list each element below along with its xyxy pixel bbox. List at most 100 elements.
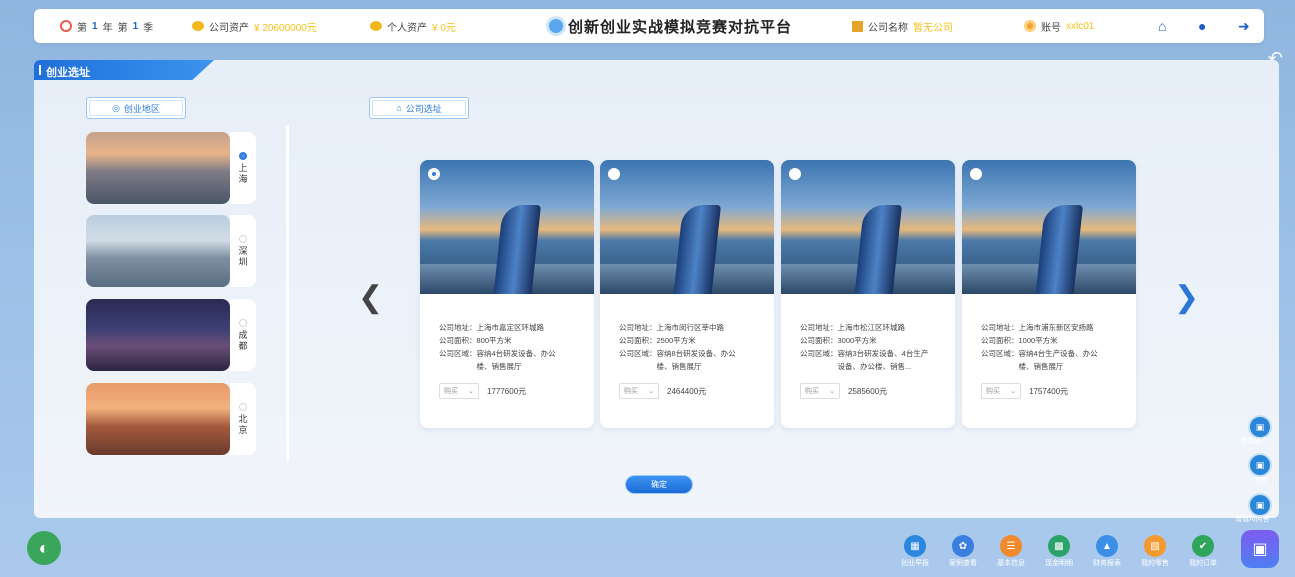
dock-item-cases[interactable]: ✿ 案例查看 (945, 535, 981, 568)
site-card[interactable]: 公司地址：上海市嘉定区环城路 公司面积：800平方米 公司区域： 容纳4台研发设备… (420, 160, 594, 428)
dock-label: 基本信息 (997, 560, 1025, 567)
alarm-clock-icon (60, 20, 72, 32)
building-icon (852, 20, 863, 32)
confirm-button[interactable]: 确定 (625, 475, 693, 494)
home-icon[interactable]: ⌂ (1158, 18, 1166, 34)
account-label: 账号 (1041, 22, 1061, 34)
card-price: 1757400元 (1029, 386, 1069, 396)
season-label: 季 (143, 22, 154, 34)
chevron-down-icon: ⌄ (648, 387, 654, 395)
prev-arrow-icon[interactable]: ❮ (358, 280, 383, 315)
deregister-button[interactable]: ▣ (1248, 453, 1272, 477)
city-photo (86, 132, 230, 204)
card-zone: 容纳3台研发设备、4台生产设备、办公楼、销售... (837, 349, 929, 371)
site-radio[interactable] (970, 168, 982, 180)
dock-item-cash-detail[interactable]: ▩ 现金明细 (1041, 535, 1077, 568)
personal-assets: 个人资产 ¥ 0元 (370, 19, 456, 34)
building-photo (962, 160, 1136, 294)
city-item-shanghai[interactable]: 上海 (86, 132, 256, 204)
city-photo (86, 383, 230, 455)
report-icon: ▲ (1096, 535, 1118, 557)
year-label: 年 (102, 22, 113, 34)
globe-icon[interactable]: ◐ (27, 531, 61, 565)
city-item-beijing[interactable]: 北京 (86, 383, 256, 455)
company-name: 公司名称 暂无公司 (852, 19, 953, 34)
coins-icon (192, 21, 204, 31)
bankruptcy-label: 申请破产 (1240, 438, 1268, 445)
back-icon[interactable]: ↶ (1268, 48, 1283, 69)
site-card[interactable]: 公司地址：上海市松江区环城路 公司面积：3000平方米 公司区域： 容纳3台研发设… (781, 160, 955, 428)
dock-label: 我的订单 (1189, 560, 1217, 567)
city-radio[interactable] (239, 151, 247, 160)
building-photo (420, 160, 594, 294)
purchase-mode-select[interactable]: 购买 ⌄ (800, 383, 840, 399)
personal-assets-value: ¥ 0元 (432, 22, 456, 34)
card-address: 公司地址：上海市嘉定区环城路 (439, 323, 544, 332)
site-radio[interactable] (789, 168, 801, 180)
city-radio[interactable] (239, 318, 247, 327)
chevron-down-icon: ⌄ (829, 387, 835, 395)
city-name: 上海 (237, 162, 248, 185)
card-zone: 容纳4台生产设备、办公楼、销售展厅 (1018, 349, 1098, 371)
dock-item-daily-news[interactable]: ▦ 创业早报 (897, 535, 933, 568)
city-name: 深圳 (237, 245, 248, 268)
house-icon: ⌂ (396, 103, 402, 113)
city-item-chengdu[interactable]: 成都 (86, 299, 256, 371)
company-name-label: 公司名称 (868, 22, 908, 34)
purchase-mode-value: 购买 (805, 387, 819, 395)
account-value: xxlc01 (1066, 20, 1095, 32)
turn-prefix: 第 (77, 22, 87, 34)
purchase-mode-value: 购买 (444, 387, 458, 395)
city-item-shenzhen[interactable]: 深圳 (86, 215, 256, 287)
card-area: 公司面积：3000平方米 (800, 336, 877, 345)
site-card[interactable]: 公司地址：上海市闵行区莘中路 公司面积：2500平方米 公司区域： 容纳8台研发设… (600, 160, 774, 428)
site-tag: ⌂ 公司选址 (369, 97, 469, 119)
app-title: 创新创业实战模拟竞赛对抗平台 (568, 18, 793, 36)
card-price: 2464400元 (667, 386, 707, 396)
dock-item-basic-info[interactable]: ☰ 基本信息 (993, 535, 1029, 568)
site-card[interactable]: 公司地址：上海市浦东新区安扬路 公司面积：1000平方米 公司区域： 容纳4台生产… (962, 160, 1136, 428)
chevron-down-icon: ⌄ (468, 387, 474, 395)
card-area: 公司面积：2500平方米 (619, 336, 696, 345)
company-assets: 公司资产 ¥ 20600000元 (192, 19, 317, 34)
dock-label: 我的零售 (1141, 560, 1169, 567)
company-assets-value: ¥ 20600000元 (254, 22, 317, 34)
card-address: 公司地址：上海市松江区环城路 (800, 323, 905, 332)
purchase-mode-select[interactable]: 购买 ⌄ (619, 383, 659, 399)
dock-item-financial-report[interactable]: ▲ 财务报表 (1089, 535, 1125, 568)
cases-icon: ✿ (952, 535, 974, 557)
lightbulb-icon (549, 19, 563, 33)
dock-label: 案例查看 (949, 560, 977, 567)
card-zone: 容纳8台研发设备、办公楼、销售展厅 (656, 349, 736, 371)
divider (286, 125, 289, 461)
purchase-mode-value: 购买 (624, 387, 638, 395)
info-icon: ☰ (1000, 535, 1022, 557)
card-price: 2585600元 (848, 386, 888, 396)
year-value: 1 (92, 20, 98, 32)
purchase-mode-select[interactable]: 购买 ⌄ (981, 383, 1021, 399)
personal-assets-label: 个人资产 (387, 22, 427, 34)
app-title-group: 创新创业实战模拟竞赛对抗平台 (549, 16, 792, 37)
deregister-label: 注销 (1253, 477, 1267, 484)
season-prefix: 第 (117, 22, 128, 34)
site-radio[interactable] (428, 168, 440, 180)
city-photo (86, 215, 230, 287)
panel-header: 创业选址 (34, 60, 214, 80)
dock-item-my-retail[interactable]: ▧ 我的零售 (1137, 535, 1173, 568)
company-assets-label: 公司资产 (209, 22, 249, 34)
city-radio[interactable] (239, 402, 247, 411)
logout-icon[interactable]: ➜ (1238, 18, 1250, 35)
city-photo (86, 299, 230, 371)
city-radio[interactable] (239, 234, 247, 243)
next-arrow-icon[interactable]: ❯ (1174, 280, 1199, 315)
dock-label: 现金明细 (1045, 560, 1073, 567)
dock-item-my-orders[interactable]: ✔ 我的订单 (1185, 535, 1221, 568)
purchase-mode-select[interactable]: 购买 ⌄ (439, 383, 479, 399)
user-icon[interactable]: ● (1198, 18, 1206, 34)
site-radio[interactable] (608, 168, 620, 180)
region-tag: ◎ 创业地区 (86, 97, 186, 119)
briefcase-icon[interactable]: ▣ (1241, 530, 1279, 568)
chevron-down-icon: ⌄ (1010, 387, 1016, 395)
city-name: 成都 (237, 329, 248, 352)
purchase-mode-value: 购买 (986, 387, 1000, 395)
